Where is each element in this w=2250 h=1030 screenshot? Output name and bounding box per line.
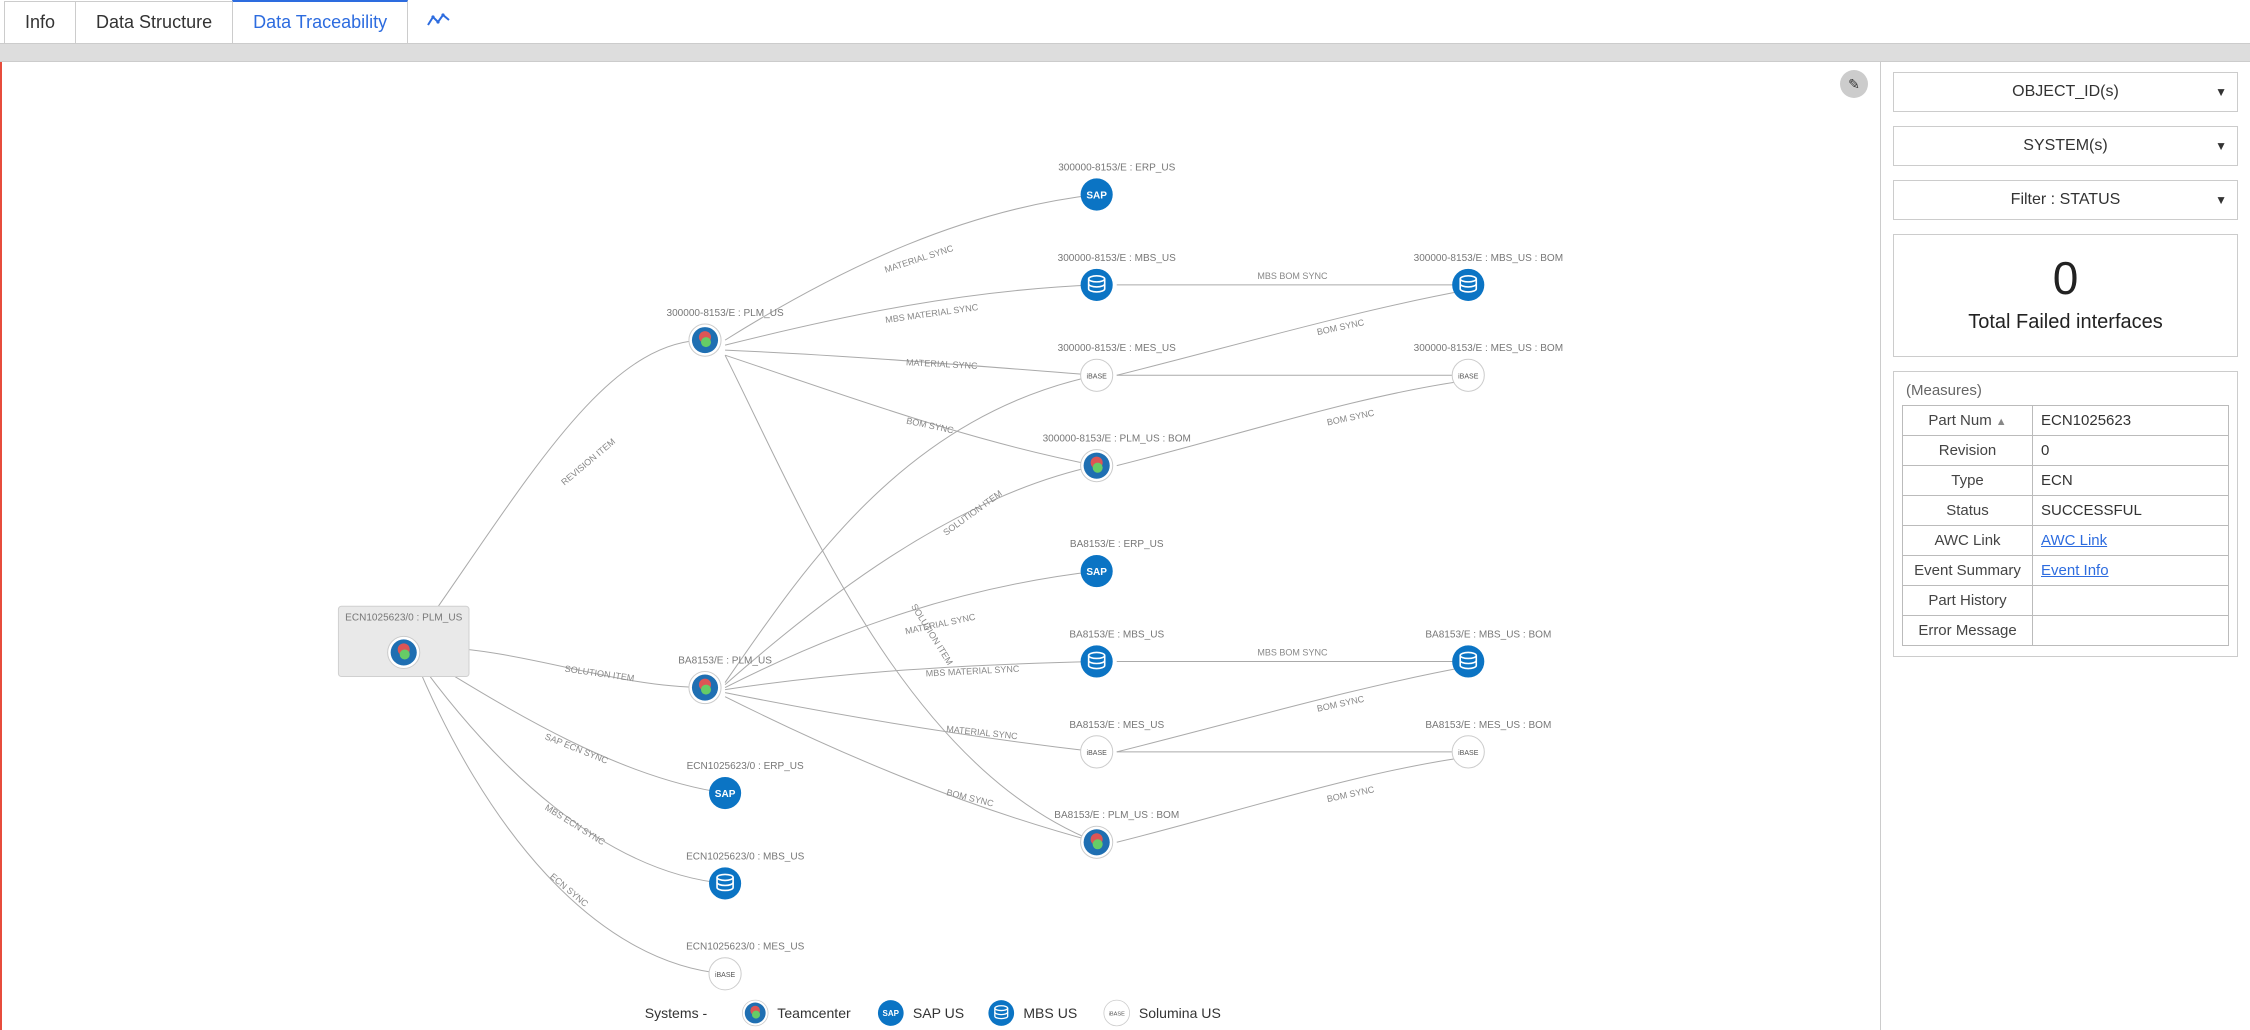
svg-text:ECN SYNC: ECN SYNC: [548, 871, 590, 909]
svg-text:BA8153/E : PLM_US: BA8153/E : PLM_US: [678, 656, 772, 667]
svg-text:BA8153/E : MBS_US: BA8153/E : MBS_US: [1069, 629, 1164, 640]
traceability-graph[interactable]: ✎ SAP iBASE REVISION ITEM SOLUTION ITEM …: [0, 62, 1880, 1030]
filter-object-id[interactable]: OBJECT_ID(s) ▼: [1893, 72, 2238, 112]
filter-status[interactable]: Filter : STATUS ▼: [1893, 180, 2238, 220]
filter-system-label: SYSTEM(s): [2023, 137, 2107, 155]
node-root[interactable]: ECN1025623/0 : PLM_US: [338, 606, 469, 676]
row-errmsg: Error Message: [1903, 616, 2229, 646]
node-a-sol[interactable]: 300000-8153/E : MES_US: [1058, 343, 1177, 391]
svg-text:MBS MATERIAL SYNC: MBS MATERIAL SYNC: [926, 664, 1021, 679]
svg-text:REVISION ITEM: REVISION ITEM: [559, 436, 617, 487]
row-type: TypeECN: [1903, 466, 2229, 496]
svg-text:MBS ECN SYNC: MBS ECN SYNC: [543, 802, 607, 847]
svg-text:300000-8153/E : ERP_US: 300000-8153/E : ERP_US: [1058, 162, 1175, 173]
node-b-sap[interactable]: BA8153/E : ERP_US: [1070, 539, 1164, 587]
measures-table: Part Num▲ ECN1025623 Revision0 TypeECN S…: [1902, 405, 2229, 646]
row-awc: AWC LinkAWC Link: [1903, 526, 2229, 556]
sparkline-icon[interactable]: [427, 11, 451, 32]
kpi-label: Total Failed interfaces: [1904, 311, 2227, 334]
svg-text:BOM SYNC: BOM SYNC: [1326, 408, 1376, 428]
svg-text:MBS US: MBS US: [1023, 1005, 1077, 1021]
svg-text:300000-8153/E : MES_US : BOM: 300000-8153/E : MES_US : BOM: [1414, 343, 1563, 354]
filter-status-label: Filter : STATUS: [2011, 191, 2121, 209]
svg-text:BOM SYNC: BOM SYNC: [946, 787, 996, 808]
node-b-mbs[interactable]: BA8153/E : MBS_US: [1069, 629, 1164, 677]
svg-text:MBS MATERIAL SYNC: MBS MATERIAL SYNC: [885, 302, 980, 325]
sort-asc-icon: ▲: [1996, 416, 2007, 428]
svg-text:BOM SYNC: BOM SYNC: [905, 416, 955, 436]
svg-text:ECN1025623/0 : MES_US: ECN1025623/0 : MES_US: [686, 942, 805, 953]
kpi-failed-interfaces: 0 Total Failed interfaces: [1893, 234, 2238, 357]
chevron-down-icon: ▼: [2215, 193, 2227, 207]
kpi-value: 0: [1904, 251, 2227, 305]
node-tc-a[interactable]: 300000-8153/E : PLM_US: [667, 308, 784, 356]
graph-svg: SAP iBASE REVISION ITEM SOLUTION ITEM SA…: [2, 62, 1880, 1030]
filter-system[interactable]: SYSTEM(s) ▼: [1893, 126, 2238, 166]
svg-text:BA8153/E : MES_US : BOM: BA8153/E : MES_US : BOM: [1425, 720, 1551, 731]
svg-text:MATERIAL SYNC: MATERIAL SYNC: [946, 724, 1019, 741]
chevron-down-icon: ▼: [2215, 139, 2227, 153]
row-revision: Revision0: [1903, 436, 2229, 466]
svg-text:BOM SYNC: BOM SYNC: [1326, 784, 1376, 804]
svg-text:300000-8153/E : MES_US: 300000-8153/E : MES_US: [1058, 343, 1177, 354]
svg-text:300000-8153/E : PLM_US : BOM: 300000-8153/E : PLM_US : BOM: [1043, 434, 1191, 445]
svg-text:MATERIAL SYNC: MATERIAL SYNC: [906, 357, 979, 371]
node-sap-ecn[interactable]: ECN1025623/0 : ERP_US: [687, 761, 804, 809]
node-sol-ecn[interactable]: ECN1025623/0 : MES_US: [686, 942, 805, 990]
side-panel: OBJECT_ID(s) ▼ SYSTEM(s) ▼ Filter : STAT…: [1880, 62, 2250, 1030]
svg-text:BA8153/E : MBS_US : BOM: BA8153/E : MBS_US : BOM: [1425, 629, 1551, 640]
tab-info[interactable]: Info: [4, 1, 76, 43]
svg-text:SOLUTION ITEM: SOLUTION ITEM: [909, 602, 955, 667]
svg-text:BA8153/E : PLM_US : BOM: BA8153/E : PLM_US : BOM: [1054, 810, 1179, 821]
svg-text:MATERIAL SYNC: MATERIAL SYNC: [883, 243, 955, 275]
graph-edges: REVISION ITEM SOLUTION ITEM SAP ECN SYNC…: [414, 195, 1468, 974]
tab-bar: Info Data Structure Data Traceability: [0, 0, 2250, 44]
filter-object-id-label: OBJECT_ID(s): [2012, 83, 2119, 101]
svg-text:SAP ECN SYNC: SAP ECN SYNC: [544, 731, 610, 766]
svg-text:300000-8153/E : MBS_US: 300000-8153/E : MBS_US: [1058, 253, 1177, 264]
event-info-link[interactable]: Event Info: [2041, 562, 2109, 579]
svg-text:MBS BOM SYNC: MBS BOM SYNC: [1257, 271, 1328, 281]
measures-header: (Measures): [1902, 380, 2229, 405]
svg-text:300000-8153/E : MBS_US : BOM: 300000-8153/E : MBS_US : BOM: [1414, 253, 1563, 264]
node-a-mbs-bom[interactable]: 300000-8153/E : MBS_US : BOM: [1414, 253, 1563, 301]
row-eventsummary: Event SummaryEvent Info: [1903, 556, 2229, 586]
svg-text:MBS BOM SYNC: MBS BOM SYNC: [1257, 647, 1328, 657]
node-b-plmb[interactable]: BA8153/E : PLM_US : BOM: [1054, 810, 1179, 858]
svg-text:SOLUTION ITEM: SOLUTION ITEM: [941, 488, 1004, 537]
svg-text:BOM SYNC: BOM SYNC: [1316, 694, 1366, 714]
chevron-down-icon: ▼: [2215, 85, 2227, 99]
node-a-mbs[interactable]: 300000-8153/E : MBS_US: [1058, 253, 1177, 301]
node-a-plmb[interactable]: 300000-8153/E : PLM_US : BOM: [1043, 434, 1191, 482]
node-a-sap[interactable]: 300000-8153/E : ERP_US: [1058, 162, 1175, 210]
svg-text:BOM SYNC: BOM SYNC: [1316, 317, 1366, 337]
svg-text:ECN1025623/0 : ERP_US: ECN1025623/0 : ERP_US: [687, 761, 804, 772]
svg-text:Systems -: Systems -: [645, 1005, 708, 1021]
tab-data-traceability[interactable]: Data Traceability: [232, 0, 408, 43]
row-status: StatusSUCCESSFUL: [1903, 496, 2229, 526]
svg-text:Solumina US: Solumina US: [1139, 1005, 1221, 1021]
svg-text:300000-8153/E : PLM_US: 300000-8153/E : PLM_US: [667, 308, 784, 319]
svg-text:SAP US: SAP US: [913, 1005, 964, 1021]
node-a-sol-bom[interactable]: 300000-8153/E : MES_US : BOM: [1414, 343, 1563, 391]
awc-link[interactable]: AWC Link: [2041, 532, 2107, 549]
tab-data-structure[interactable]: Data Structure: [75, 1, 233, 43]
row-parthistory: Part History: [1903, 586, 2229, 616]
main-area: ✎ SAP iBASE REVISION ITEM SOLUTION ITEM …: [0, 62, 2250, 1030]
svg-text:BA8153/E : MES_US: BA8153/E : MES_US: [1069, 720, 1164, 731]
node-b-mbs-bom[interactable]: BA8153/E : MBS_US : BOM: [1425, 629, 1551, 677]
node-mbs-ecn[interactable]: ECN1025623/0 : MBS_US: [686, 851, 805, 899]
graph-legend: Systems - Teamcenter SAP US MBS US Solum…: [645, 1000, 1221, 1026]
svg-text:BA8153/E : ERP_US: BA8153/E : ERP_US: [1070, 539, 1164, 550]
toolbar-strip: [0, 44, 2250, 62]
svg-text:ECN1025623/0 : MBS_US: ECN1025623/0 : MBS_US: [686, 851, 805, 862]
svg-text:SOLUTION ITEM: SOLUTION ITEM: [564, 664, 635, 684]
svg-text:ECN1025623/0 : PLM_US: ECN1025623/0 : PLM_US: [345, 612, 462, 623]
measures-panel: (Measures) Part Num▲ ECN1025623 Revision…: [1893, 371, 2238, 657]
row-partnum: Part Num▲ ECN1025623: [1903, 406, 2229, 436]
svg-text:Teamcenter: Teamcenter: [777, 1005, 851, 1021]
